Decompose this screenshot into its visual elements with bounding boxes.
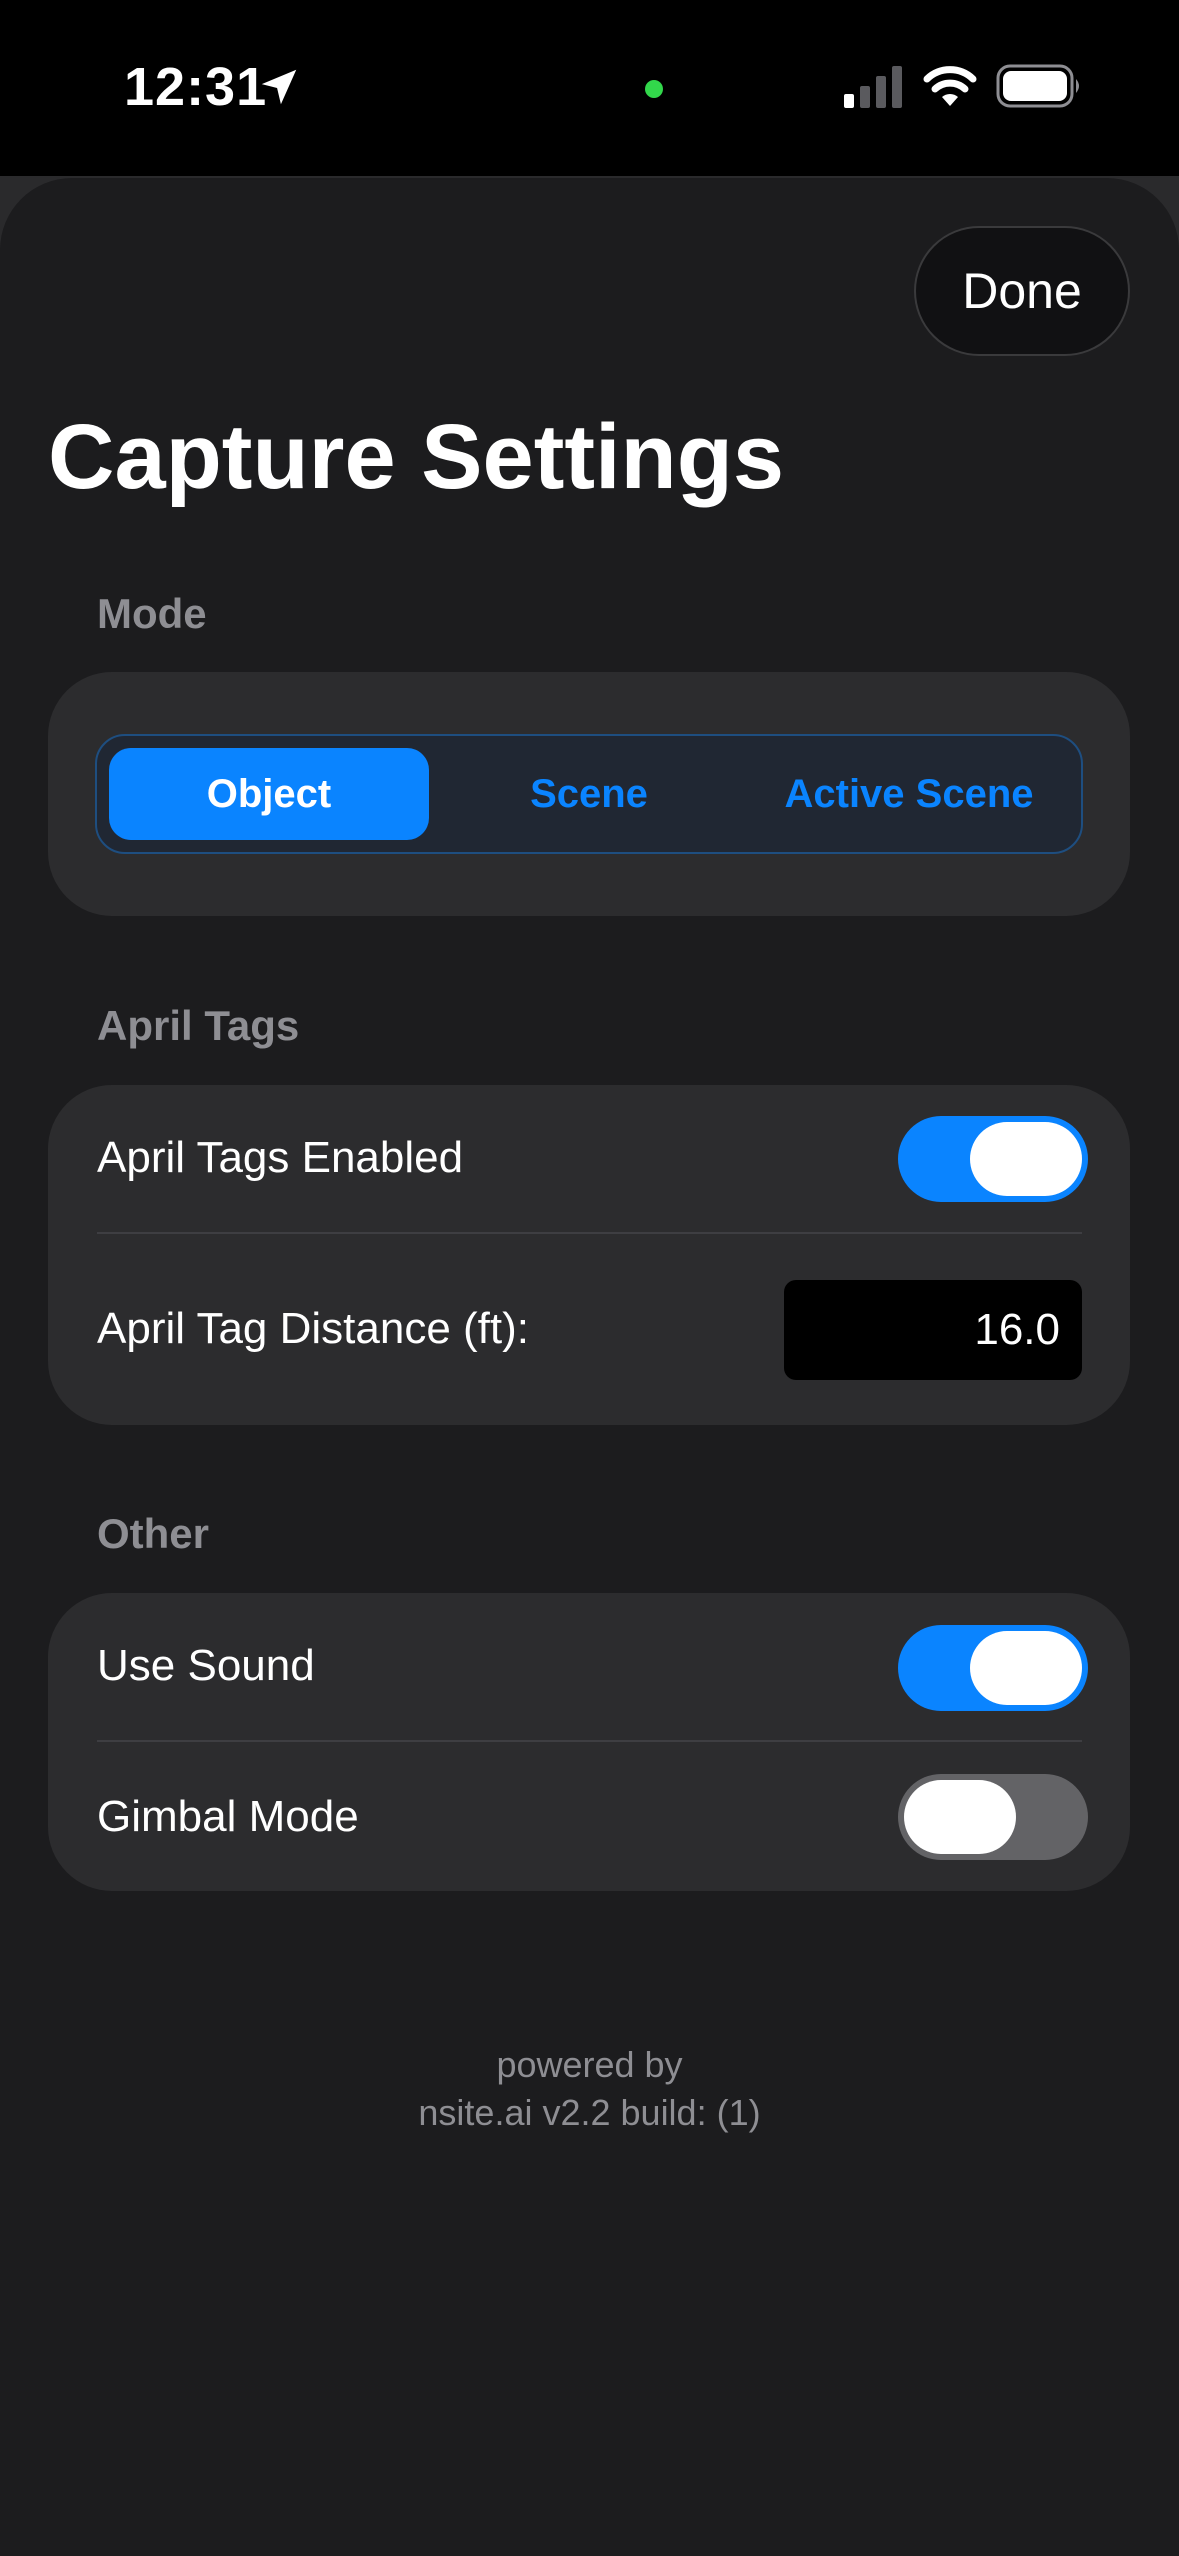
footer-version: nsite.ai v2.2 build: (1)	[418, 2092, 761, 2133]
use-sound-toggle[interactable]	[898, 1625, 1088, 1711]
toggle-knob	[904, 1780, 1016, 1854]
other-section-header: Other	[97, 1510, 210, 1557]
status-time: 12:31	[124, 57, 268, 117]
status-bar: 12:31	[0, 0, 1179, 176]
footer-powered-by: powered by	[496, 2044, 683, 2085]
toggle-knob	[970, 1122, 1082, 1196]
location-arrow-icon	[261, 69, 297, 105]
segment-active-scene[interactable]: Active Scene	[749, 748, 1069, 840]
use-sound-label: Use Sound	[97, 1641, 315, 1690]
done-button[interactable]: Done	[914, 226, 1130, 356]
camera-in-use-indicator	[645, 80, 663, 98]
toggle-knob	[970, 1631, 1082, 1705]
page-title: Capture Settings	[48, 406, 785, 508]
april-tags-section-header: April Tags	[97, 1002, 300, 1049]
april-tags-enabled-label: April Tags Enabled	[97, 1133, 464, 1182]
battery-icon	[996, 64, 1079, 108]
divider	[97, 1740, 1082, 1742]
april-tag-distance-input[interactable]	[784, 1280, 1082, 1380]
gimbal-mode-label: Gimbal Mode	[97, 1792, 359, 1841]
april-tag-distance-label: April Tag Distance (ft):	[97, 1304, 530, 1353]
cellular-signal-icon	[844, 66, 902, 108]
gimbal-mode-toggle[interactable]	[898, 1774, 1088, 1860]
segment-object[interactable]: Object	[109, 748, 429, 840]
mode-section-header: Mode	[97, 590, 207, 637]
divider	[97, 1232, 1082, 1234]
wifi-icon	[923, 66, 977, 106]
segment-scene[interactable]: Scene	[429, 748, 749, 840]
mode-segmented-control: Object Scene Active Scene	[95, 734, 1083, 854]
april-tags-enabled-toggle[interactable]	[898, 1116, 1088, 1202]
